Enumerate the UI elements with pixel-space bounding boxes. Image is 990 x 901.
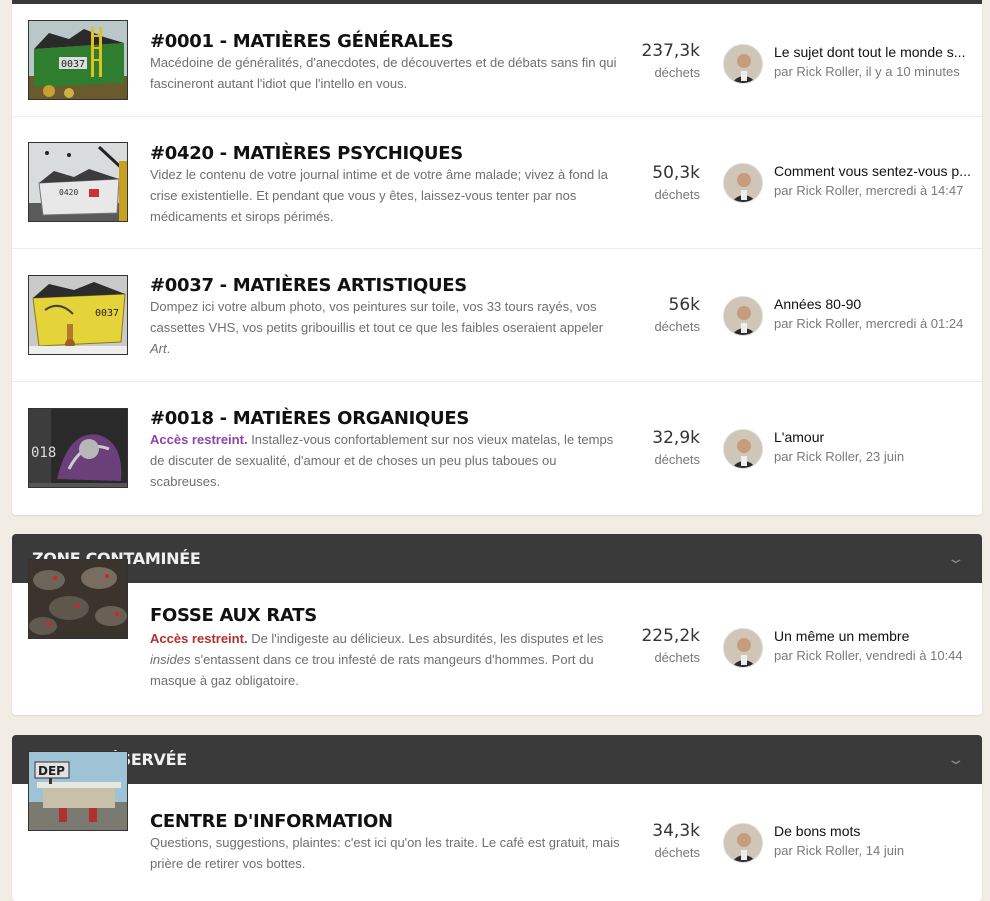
dumpster-yellow-thumbnail[interactable]: 0037 bbox=[28, 275, 128, 355]
last-post-title[interactable]: Le sujet dont tout le monde s... bbox=[774, 44, 974, 60]
post-count: 50,3k bbox=[652, 163, 700, 183]
last-post-title[interactable]: Années 80-90 bbox=[774, 296, 974, 312]
forum-stats: 225,2k déchets bbox=[641, 626, 700, 665]
post-count-label: déchets bbox=[654, 845, 700, 860]
avatar[interactable] bbox=[723, 44, 763, 84]
category-header[interactable]: ZONE PRÉSERVÉE ⌄ bbox=[12, 735, 982, 784]
rats-thumbnail[interactable] bbox=[28, 559, 128, 639]
forum-title[interactable]: #0001 - MATIÈRES GÉNÉRALES bbox=[150, 31, 454, 52]
last-post-title[interactable]: L'amour bbox=[774, 429, 974, 445]
last-post-author[interactable]: Rick Roller bbox=[796, 183, 858, 198]
category-zone-preservee: ZONE PRÉSERVÉE ⌄ DEP CENTRE D'INFORMATIO… bbox=[12, 735, 982, 901]
forum-title[interactable]: CENTRE D'INFORMATION bbox=[150, 811, 393, 832]
last-post-time: , il y a 10 minutes bbox=[858, 64, 960, 79]
forum-stats: 34,3k déchets bbox=[652, 821, 700, 860]
forum-title[interactable]: FOSSE AUX RATS bbox=[150, 605, 317, 626]
forum-stats: 50,3k déchets bbox=[652, 163, 700, 202]
forum-stats: 32,9k déchets bbox=[652, 428, 700, 467]
svg-text:0037: 0037 bbox=[95, 308, 119, 319]
last-post-by: par bbox=[774, 316, 793, 331]
last-post-author[interactable]: Rick Roller bbox=[796, 843, 858, 858]
post-count-label: déchets bbox=[654, 452, 700, 467]
forum-row: 0037 #0037 - MATIÈRES ARTISTIQUES Dompez… bbox=[12, 249, 982, 382]
avatar[interactable] bbox=[723, 823, 763, 863]
chevron-down-icon[interactable]: ⌄ bbox=[947, 550, 966, 567]
last-post-author[interactable]: Rick Roller bbox=[796, 449, 858, 464]
chevron-down-icon[interactable]: ⌄ bbox=[947, 751, 966, 768]
last-post-by: par bbox=[774, 449, 793, 464]
last-post-time: , mercredi à 14:47 bbox=[858, 183, 964, 198]
last-post-by: par bbox=[774, 648, 793, 663]
forum-title[interactable]: #0420 - MATIÈRES PSYCHIQUES bbox=[150, 143, 463, 164]
forum-description: Accès restreint. De l'indigeste au délic… bbox=[150, 628, 620, 691]
forum-row: DEP CENTRE D'INFORMATION Questions, sugg… bbox=[12, 751, 982, 901]
last-post-author[interactable]: Rick Roller bbox=[796, 64, 858, 79]
last-post-by: par bbox=[774, 64, 793, 79]
last-post-title[interactable]: Un même un membre bbox=[774, 628, 974, 644]
svg-text:0420: 0420 bbox=[59, 188, 78, 197]
category-matieres: 0037 #0001 - MATIÈRES GÉNÉRALES Macédoin… bbox=[12, 0, 982, 515]
avatar[interactable] bbox=[723, 628, 763, 668]
last-post-time: , vendredi à 10:44 bbox=[858, 648, 963, 663]
last-post-meta: par Rick Roller, 23 juin bbox=[774, 449, 904, 464]
forum-description: Accès restreint. Installez-vous conforta… bbox=[150, 429, 620, 492]
gas-station-thumbnail[interactable]: DEP bbox=[28, 751, 128, 831]
forum-list: DEP CENTRE D'INFORMATION Questions, sugg… bbox=[12, 751, 982, 901]
last-post-meta: par Rick Roller, 14 juin bbox=[774, 843, 904, 858]
forum-description-text: Videz le contenu de votre journal intime… bbox=[150, 167, 608, 224]
last-post-meta: par Rick Roller, mercredi à 14:47 bbox=[774, 183, 963, 198]
restricted-label: Accès restreint. bbox=[150, 432, 248, 447]
dumpster-dark-thumbnail[interactable]: 018 bbox=[28, 408, 128, 488]
forum-stats: 56k déchets bbox=[654, 295, 700, 334]
category-header[interactable]: ZONE CONTAMINÉE ⌄ bbox=[12, 534, 982, 583]
avatar[interactable] bbox=[723, 296, 763, 336]
last-post-meta: par Rick Roller, il y a 10 minutes bbox=[774, 64, 960, 79]
forum-list: 0037 #0001 - MATIÈRES GÉNÉRALES Macédoin… bbox=[12, 4, 982, 515]
forum-stats: 237,3k déchets bbox=[641, 41, 700, 80]
last-post-meta: par Rick Roller, mercredi à 01:24 bbox=[774, 316, 963, 331]
last-post-author[interactable]: Rick Roller bbox=[796, 316, 858, 331]
last-post-title[interactable]: Comment vous sentez-vous p... bbox=[774, 163, 974, 179]
svg-text:DEP: DEP bbox=[38, 764, 65, 778]
forum-row: 0420 #0420 - MATIÈRES PSYCHIQUES Videz l… bbox=[12, 117, 982, 249]
dumpster-green-thumbnail[interactable]: 0037 bbox=[28, 20, 128, 100]
forum-list: FOSSE AUX RATS Accès restreint. De l'ind… bbox=[12, 559, 982, 715]
forum-description-text: Macédoine de généralités, d'anecdotes, d… bbox=[150, 55, 617, 91]
last-post-title[interactable]: De bons mots bbox=[774, 823, 974, 839]
forum-title[interactable]: #0037 - MATIÈRES ARTISTIQUES bbox=[150, 275, 467, 296]
last-post-time: , mercredi à 01:24 bbox=[858, 316, 964, 331]
category-zone-contaminee: ZONE CONTAMINÉE ⌄ FOSSE AUX RATS Accès r… bbox=[12, 534, 982, 715]
forum-description: Questions, suggestions, plaintes: c'est … bbox=[150, 832, 620, 874]
post-count: 225,2k bbox=[641, 626, 700, 646]
forum-description: Videz le contenu de votre journal intime… bbox=[150, 164, 620, 227]
post-count-label: déchets bbox=[654, 187, 700, 202]
dumpster-grey-thumbnail[interactable]: 0420 bbox=[28, 142, 128, 222]
last-post-time: , 23 juin bbox=[858, 449, 905, 464]
forum-description: Dompez ici votre album photo, vos peintu… bbox=[150, 296, 620, 359]
svg-text:0037: 0037 bbox=[61, 59, 85, 70]
post-count-label: déchets bbox=[654, 65, 700, 80]
forum-row: 0037 #0001 - MATIÈRES GÉNÉRALES Macédoin… bbox=[12, 4, 982, 117]
avatar[interactable] bbox=[723, 429, 763, 469]
svg-text:018: 018 bbox=[31, 445, 56, 461]
last-post-by: par bbox=[774, 183, 793, 198]
forum-description: Macédoine de généralités, d'anecdotes, d… bbox=[150, 52, 620, 94]
post-count-label: déchets bbox=[654, 319, 700, 334]
post-count: 237,3k bbox=[641, 41, 700, 61]
post-count-label: déchets bbox=[654, 650, 700, 665]
post-count: 32,9k bbox=[652, 428, 700, 448]
forum-description-text: Questions, suggestions, plaintes: c'est … bbox=[150, 835, 620, 871]
restricted-label: Accès restreint. bbox=[150, 631, 248, 646]
last-post-author[interactable]: Rick Roller bbox=[796, 648, 858, 663]
last-post-meta: par Rick Roller, vendredi à 10:44 bbox=[774, 648, 963, 663]
post-count: 34,3k bbox=[652, 821, 700, 841]
last-post-time: , 14 juin bbox=[858, 843, 905, 858]
forum-description-text: Dompez ici votre album photo, vos peintu… bbox=[150, 299, 604, 356]
forum-title[interactable]: #0018 - MATIÈRES ORGANIQUES bbox=[150, 408, 469, 429]
forum-row: FOSSE AUX RATS Accès restreint. De l'ind… bbox=[12, 559, 982, 715]
post-count: 56k bbox=[668, 295, 700, 315]
avatar[interactable] bbox=[723, 163, 763, 203]
forum-row: 018 #0018 - MATIÈRES ORGANIQUES Accès re… bbox=[12, 382, 982, 515]
last-post-by: par bbox=[774, 843, 793, 858]
